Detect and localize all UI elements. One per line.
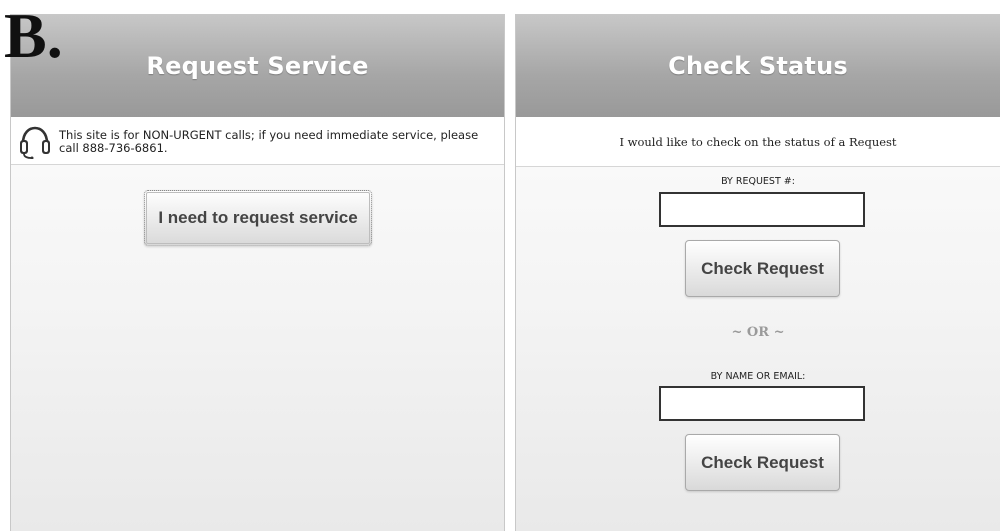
request-number-input[interactable] (659, 192, 865, 227)
name-email-input[interactable] (659, 386, 865, 421)
notice-text: This site is for NON-URGENT calls; if yo… (59, 128, 479, 155)
check-request-button-label: Check Request (701, 452, 824, 472)
check-request-button-label: Check Request (701, 258, 824, 278)
figure-label: B. (4, 0, 63, 71)
request-service-button[interactable]: I need to request service (144, 190, 372, 246)
non-urgent-notice: This site is for NON-URGENT calls; if yo… (11, 117, 504, 165)
status-intro-text: I would like to check on the status of a… (516, 117, 1000, 167)
check-request-button-1[interactable]: Check Request (685, 240, 840, 297)
check-request-button-2[interactable]: Check Request (685, 434, 840, 491)
check-status-panel: Check Status I would like to check on th… (515, 14, 1000, 531)
request-service-button-label: I need to request service (158, 208, 358, 227)
request-number-label: BY REQUEST #: (721, 176, 795, 187)
headset-icon (17, 125, 53, 160)
request-service-panel: Request Service This site is for NON-URG… (10, 14, 505, 531)
name-email-label: BY NAME OR EMAIL: (710, 371, 806, 382)
panel-title: Request Service (146, 51, 369, 80)
or-separator: ~ OR ~ (731, 325, 785, 340)
request-service-header: Request Service (11, 14, 504, 117)
panel-title: Check Status (668, 51, 848, 80)
check-status-header: Check Status (516, 14, 1000, 117)
